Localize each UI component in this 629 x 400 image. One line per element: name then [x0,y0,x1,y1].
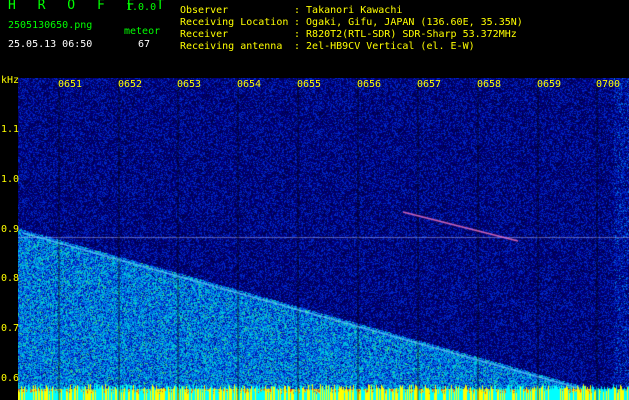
receiver-value: : R820T2(RTL-SDR) SDR-Sharp 53.372MHz [294,29,517,40]
y-tick-label: 0.7 [1,323,20,334]
y-tick-label: 0.9 [1,224,20,235]
observer-value: : Takanori Kawachi [294,5,403,16]
y-tick-label: 0.8 [1,273,20,284]
location-label: Receiving Location [180,17,289,28]
y-tick-label: 0.6 [1,373,20,384]
x-tick-label: 0656 [357,79,382,90]
x-tick-label: 0651 [58,79,83,90]
y-tick-label: 1.0 [1,174,20,185]
header-panel: H R O F F T 1.0.0 2505130650.png meteor … [0,0,629,78]
x-tick-label: 0659 [537,79,562,90]
x-tick-label: 0657 [417,79,442,90]
x-tick-label: 0658 [477,79,502,90]
x-tick-label: 0654 [237,79,262,90]
meteor-label: meteor [124,26,161,37]
file-name: 2505130650.png [8,20,93,31]
receiver-label: Receiver [180,29,229,40]
spectrogram-canvas [18,78,629,400]
app-version: 1.0.0 [126,2,157,13]
date-time: 25.05.13 06:50 [8,39,93,50]
y-tick-label: 1.1 [1,124,20,135]
location-value: : Ogaki, Gifu, JAPAN (136.60E, 35.35N) [294,17,523,28]
meteor-count: 67 [138,39,151,50]
y-unit-label: kHz [1,75,20,86]
antenna-value: : 2el-HB9CV Vertical (el. E-W) [294,41,475,52]
x-tick-label: 0653 [177,79,202,90]
x-tick-label: 0655 [297,79,322,90]
antenna-label: Receiving antenna [180,41,283,52]
x-tick-label: 0700 [596,79,621,90]
x-tick-label: 0652 [118,79,143,90]
observer-label: Observer [180,5,229,16]
